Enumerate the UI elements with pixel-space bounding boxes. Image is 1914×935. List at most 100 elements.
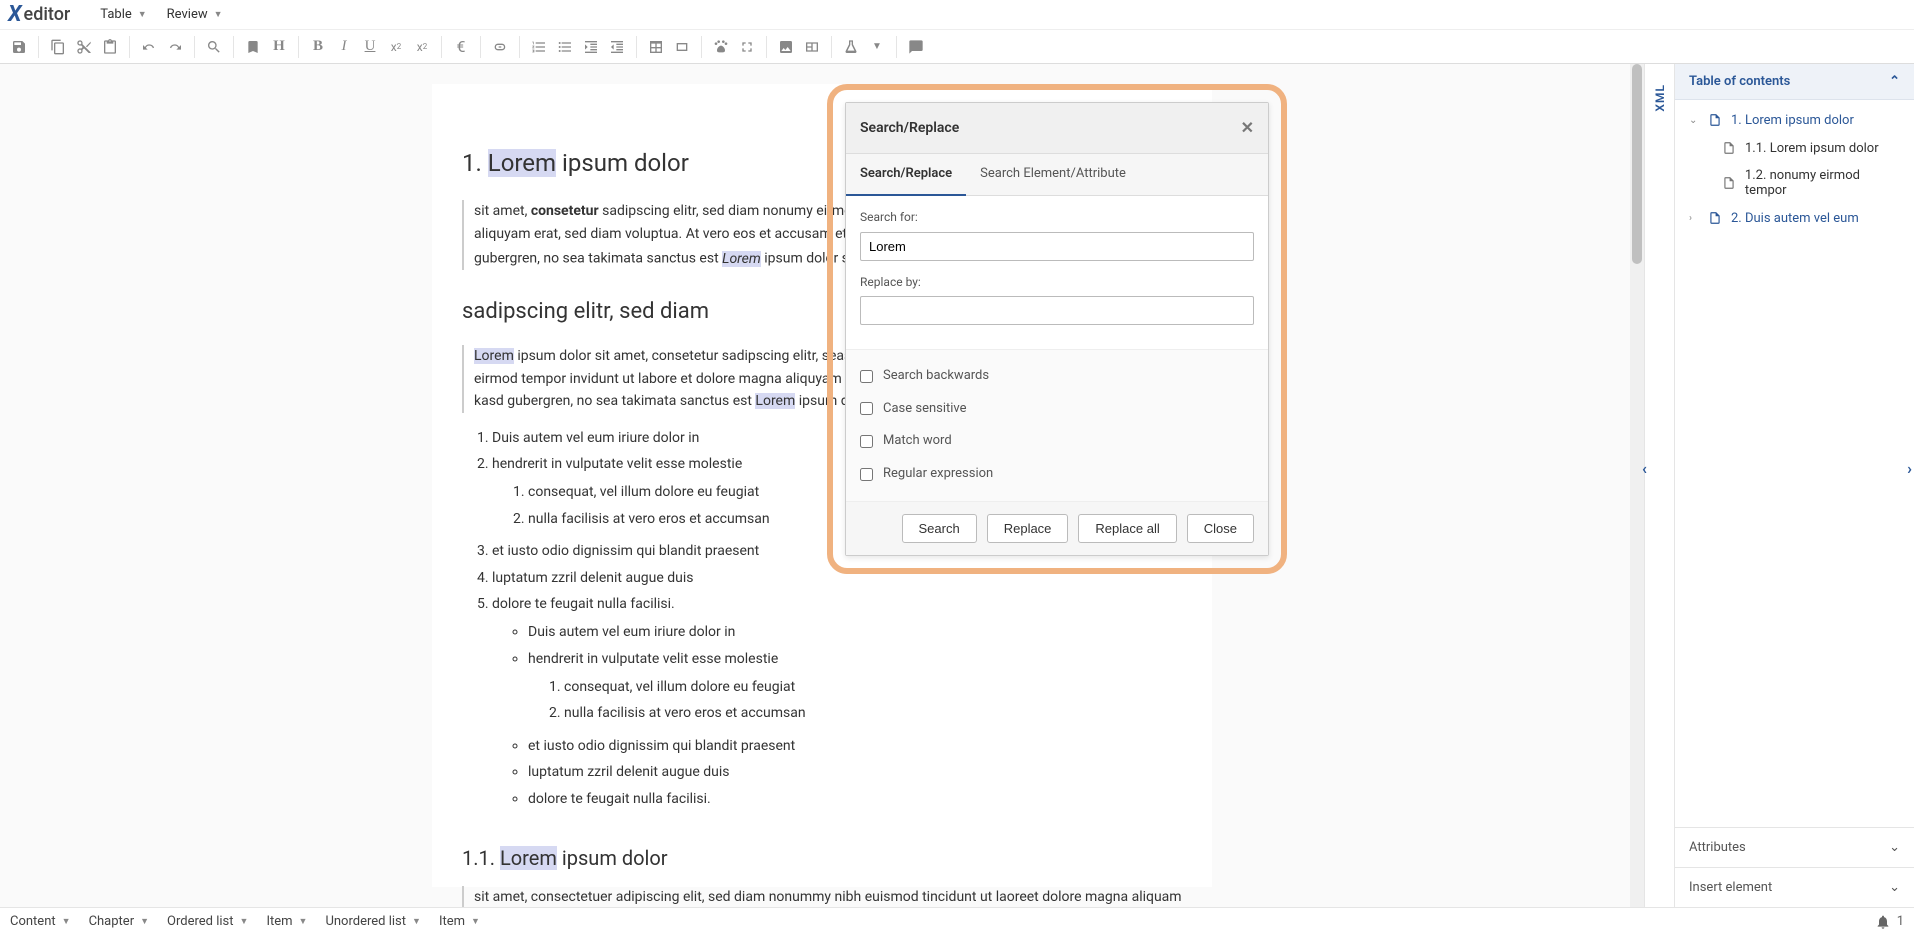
checkbox-match-word[interactable]: Match word [860,425,1254,458]
logo-mark: X [8,2,22,27]
list-item[interactable]: dolore te feugait nulla facilisi. [528,786,1182,812]
breadcrumb: Content▼ Chapter▼ Ordered list▼ Item▼ Un… [10,914,480,929]
replace-all-button[interactable]: Replace all [1078,514,1176,543]
close-icon[interactable]: ✕ [1241,115,1254,141]
expand-icon[interactable]: ⌄ [1689,115,1703,126]
caret-down-icon: ▼ [299,916,308,927]
document-icon [1707,210,1723,226]
panel-collapse-left-icon[interactable]: ‹ [1638,459,1651,478]
menu-table[interactable]: Table ▼ [90,0,156,29]
menu-review[interactable]: Review ▼ [157,0,233,29]
document-icon [1721,175,1737,191]
replace-button[interactable]: Replace [987,514,1069,543]
menu-review-label: Review [167,7,208,22]
editor-area[interactable]: 1. Lorem ipsum dolor sit amet, consetetu… [0,64,1644,907]
scrollbar-thumb[interactable] [1632,64,1642,264]
breadcrumb-item[interactable]: Unordered list▼ [325,914,420,929]
ordered-list-button[interactable] [526,34,552,60]
tab-search-element-attribute[interactable]: Search Element/Attribute [966,154,1140,196]
subscript-button[interactable]: x2 [383,34,409,60]
document-page[interactable]: 1. Lorem ipsum dolor sit amet, consetetu… [432,84,1212,887]
toc-title: Table of contents [1689,74,1790,89]
breadcrumb-item[interactable]: Chapter▼ [89,914,149,929]
panel-expand-right-icon[interactable]: › [1903,459,1914,478]
redo-button[interactable] [162,34,188,60]
paragraph[interactable]: sit amet, consectetuer adipiscing elit, … [462,886,1182,907]
heading-3[interactable]: 1.1. Lorem ipsum dolor [462,842,1182,874]
search-button[interactable] [201,34,227,60]
cut-button[interactable] [71,34,97,60]
image-button[interactable] [773,34,799,60]
list-item[interactable]: consequat, vel illum dolore eu feugiat [564,674,1182,700]
search-button[interactable]: Search [902,514,977,543]
undo-button[interactable] [136,34,162,60]
chevron-down-icon: ⌄ [1889,840,1900,855]
bookmark-button[interactable] [240,34,266,60]
bold-button[interactable]: B [305,34,331,60]
breadcrumb-item[interactable]: Content▼ [10,914,71,929]
toc-header[interactable]: Table of contents ⌃ [1675,64,1914,100]
toc-item-label: 1.1. Lorem ipsum dolor [1745,141,1879,156]
checkbox-case-sensitive[interactable]: Case sensitive [860,393,1254,426]
paste-button[interactable] [97,34,123,60]
toc-item[interactable]: ⌄ 1. Lorem ipsum dolor [1675,106,1914,134]
dialog-titlebar[interactable]: Search/Replace ✕ [846,103,1268,154]
list-item[interactable]: et iusto odio dignissim qui blandit prae… [528,733,1182,759]
breadcrumb-item[interactable]: Ordered list▼ [167,914,248,929]
comment-button[interactable] [903,34,929,60]
list-item[interactable]: nulla facilisis at vero eros et accumsan [564,700,1182,726]
list-item[interactable]: dolore te feugait nulla facilisi. Duis a… [492,591,1182,818]
caret-down-icon: ▼ [140,916,149,927]
list-item[interactable]: Duis autem vel eum iriure dolor in [528,619,1182,645]
underline-button[interactable]: U [357,34,383,60]
tab-search-replace[interactable]: Search/Replace [846,154,966,197]
replace-by-input[interactable] [860,296,1254,325]
bell-icon [1875,914,1891,930]
search-highlight: Lorem [722,251,761,267]
expand-icon[interactable]: › [1689,213,1703,224]
table-button[interactable] [643,34,669,60]
chevron-up-icon: ⌃ [1889,74,1900,89]
expand-button[interactable] [734,34,760,60]
breadcrumb-item[interactable]: Item▼ [439,914,480,929]
unordered-list[interactable]: Duis autem vel eum iriure dolor in hendr… [528,619,1182,812]
chevron-down-icon: ⌄ [1889,880,1900,895]
toc-item[interactable]: 1.2. nonumy eirmod tempor [1675,162,1914,204]
link-button[interactable] [487,34,513,60]
notifications[interactable]: 1 [1875,914,1904,930]
specialchar-button[interactable]: € [448,34,474,60]
toc-item[interactable]: › 2. Duis autem vel eum [1675,204,1914,232]
copy-button[interactable] [45,34,71,60]
checkbox-search-backwards[interactable]: Search backwards [860,360,1254,393]
list-item[interactable]: luptatum zzril delenit augue duis [492,565,1182,591]
logo-text: editor [24,4,71,25]
layout-button[interactable] [799,34,825,60]
xml-tab[interactable]: XML [1644,64,1674,907]
replace-by-label: Replace by: [860,273,1254,292]
save-button[interactable] [6,34,32,60]
ordered-list[interactable]: consequat, vel illum dolore eu feugiat n… [564,674,1182,727]
unordered-list-button[interactable] [552,34,578,60]
attributes-section[interactable]: Attributes ⌄ [1675,827,1914,867]
insert-element-section[interactable]: Insert element ⌄ [1675,867,1914,907]
toc-tree: ⌄ 1. Lorem ipsum dolor 1.1. Lorem ipsum … [1675,100,1914,827]
superscript-button[interactable]: x2 [409,34,435,60]
tablecell-button[interactable] [669,34,695,60]
toc-item[interactable]: 1.1. Lorem ipsum dolor [1675,134,1914,162]
more-button[interactable]: ▼ [864,34,890,60]
breadcrumb-item[interactable]: Item▼ [266,914,307,929]
indent-button[interactable] [578,34,604,60]
italic-button[interactable]: I [331,34,357,60]
menu-table-label: Table [100,7,131,22]
paw-button[interactable] [708,34,734,60]
close-button[interactable]: Close [1187,514,1254,543]
list-item[interactable]: hendrerit in vulputate velit esse molest… [528,646,1182,733]
outdent-button[interactable] [604,34,630,60]
search-for-input[interactable] [860,232,1254,261]
scrollbar-track[interactable] [1630,64,1644,907]
flask-button[interactable] [838,34,864,60]
caret-down-icon: ▼ [412,916,421,927]
checkbox-regular-expression[interactable]: Regular expression [860,458,1254,491]
heading-button[interactable]: H [266,34,292,60]
list-item[interactable]: luptatum zzril delenit augue duis [528,759,1182,785]
